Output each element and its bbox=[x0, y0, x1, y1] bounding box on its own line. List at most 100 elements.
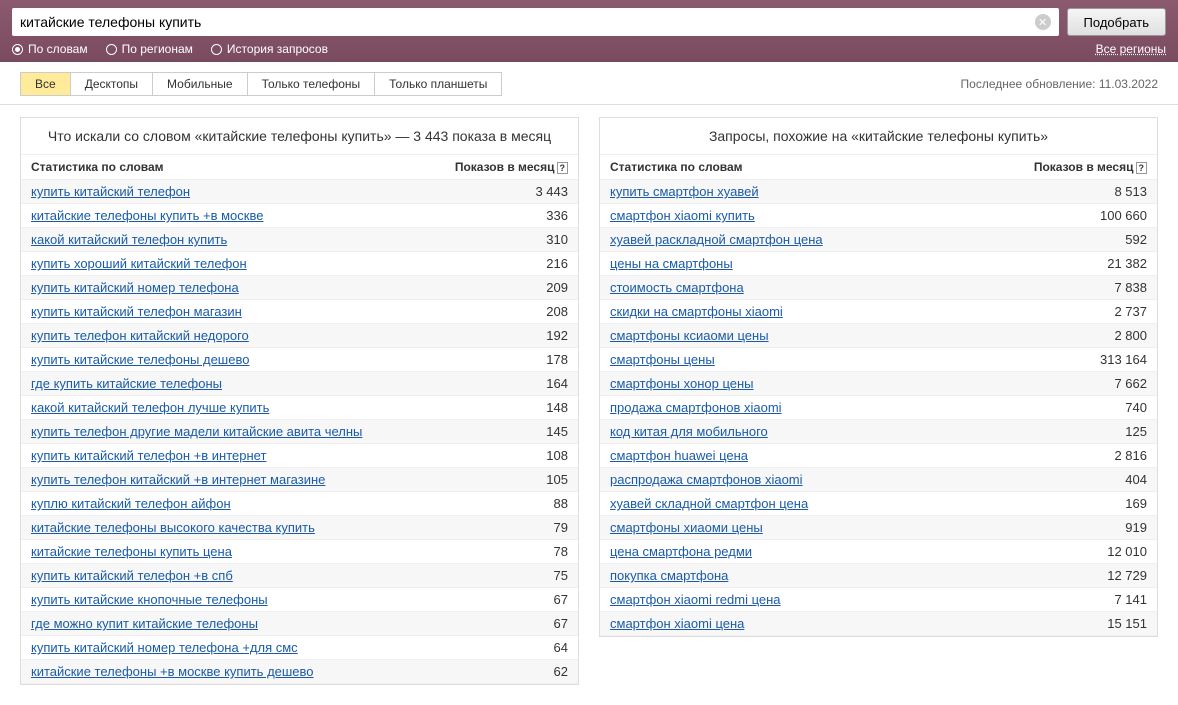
query-link[interactable]: купить китайский телефон магазин bbox=[31, 304, 242, 319]
query-link[interactable]: распродажа смартфонов xiaomi bbox=[610, 472, 803, 487]
table-row: где купить китайские телефоны 164 bbox=[21, 372, 578, 396]
count-value: 145 bbox=[536, 424, 568, 439]
query-link[interactable]: продажа смартфонов xiaomi bbox=[610, 400, 782, 415]
table-row: китайские телефоны купить цена78 bbox=[21, 540, 578, 564]
submit-button[interactable]: Подобрать bbox=[1067, 8, 1166, 36]
query-link[interactable]: купить телефон китайский недорого bbox=[31, 328, 249, 343]
query-link[interactable]: где купить китайские телефоны bbox=[31, 376, 222, 391]
table-row: купить китайский телефон +в интернет108 bbox=[21, 444, 578, 468]
count-value: 178 bbox=[536, 352, 568, 367]
query-link[interactable]: купить хороший китайский телефон bbox=[31, 256, 247, 271]
query-link[interactable]: купить китайские кнопочные телефоны bbox=[31, 592, 268, 607]
search-wrap: ✕ bbox=[12, 8, 1059, 36]
query-link[interactable]: хуавей складной смартфон цена bbox=[610, 496, 808, 511]
top-bar: ✕ Подобрать По словам По регионам Истори… bbox=[0, 0, 1178, 62]
query-link[interactable]: скидки на смартфоны xiaomi bbox=[610, 304, 783, 319]
count-value: 216 bbox=[536, 256, 568, 271]
rows-left: купить китайский телефон3 443китайские т… bbox=[21, 180, 578, 684]
tab-tablets[interactable]: Только планшеты bbox=[374, 72, 502, 96]
count-value: 2 800 bbox=[1104, 328, 1147, 343]
table-row: смартфоны цены313 164 bbox=[600, 348, 1157, 372]
query-link[interactable]: где можно купит китайские телефоны bbox=[31, 616, 258, 631]
table-row: китайские телефоны купить +в москве336 bbox=[21, 204, 578, 228]
help-icon[interactable]: ? bbox=[1136, 162, 1148, 174]
table-row: распродажа смартфонов xiaomi404 bbox=[600, 468, 1157, 492]
count-value: 105 bbox=[536, 472, 568, 487]
tab-mobiles[interactable]: Мобильные bbox=[152, 72, 247, 96]
count-value: 7 141 bbox=[1104, 592, 1147, 607]
query-link[interactable]: купить телефон китайский +в интернет маг… bbox=[31, 472, 325, 487]
query-link[interactable]: китайские телефоны купить цена bbox=[31, 544, 232, 559]
tab-all[interactable]: Все bbox=[20, 72, 70, 96]
help-icon[interactable]: ? bbox=[557, 162, 569, 174]
table-row: смартфоны хонор цены7 662 bbox=[600, 372, 1157, 396]
table-row: где можно купит китайские телефоны67 bbox=[21, 612, 578, 636]
panel-title-right: Запросы, похожие на «китайские телефоны … bbox=[600, 118, 1157, 154]
query-link[interactable]: китайские телефоны купить +в москве bbox=[31, 208, 263, 223]
table-row: купить китайский номер телефона +для смс… bbox=[21, 636, 578, 660]
tab-phones[interactable]: Только телефоны bbox=[247, 72, 375, 96]
table-row: смартфоны ксиаоми цены 2 800 bbox=[600, 324, 1157, 348]
radio-history[interactable]: История запросов bbox=[211, 42, 328, 56]
query-link[interactable]: купить смартфон хуавей bbox=[610, 184, 759, 199]
table-row: скидки на смартфоны xiaomi2 737 bbox=[600, 300, 1157, 324]
radio-icon bbox=[106, 44, 117, 55]
count-value: 21 382 bbox=[1097, 256, 1147, 271]
radio-icon bbox=[211, 44, 222, 55]
table-row: купить смартфон хуавей8 513 bbox=[600, 180, 1157, 204]
query-link[interactable]: смартфон huawei цена bbox=[610, 448, 748, 463]
table-row: стоимость смартфона 7 838 bbox=[600, 276, 1157, 300]
table-row: продажа смартфонов xiaomi740 bbox=[600, 396, 1157, 420]
tab-desktops[interactable]: Десктопы bbox=[70, 72, 152, 96]
query-link[interactable]: цена смартфона редми bbox=[610, 544, 752, 559]
content: Что искали со словом «китайские телефоны… bbox=[0, 105, 1178, 697]
count-value: 148 bbox=[536, 400, 568, 415]
query-link[interactable]: цены на смартфоны bbox=[610, 256, 733, 271]
table-row: куплю китайский телефон айфон88 bbox=[21, 492, 578, 516]
query-link[interactable]: стоимость смартфона bbox=[610, 280, 744, 295]
query-link[interactable]: купить китайский номер телефона +для смс bbox=[31, 640, 298, 655]
query-link[interactable]: смартфон xiaomi цена bbox=[610, 616, 744, 631]
count-value: 79 bbox=[544, 520, 568, 535]
count-value: 2 816 bbox=[1104, 448, 1147, 463]
query-link[interactable]: китайские телефоны +в москве купить деше… bbox=[31, 664, 314, 679]
table-row: цена смартфона редми12 010 bbox=[600, 540, 1157, 564]
panel-right: Запросы, похожие на «китайские телефоны … bbox=[599, 117, 1158, 637]
table-row: купить телефон китайский +в интернет маг… bbox=[21, 468, 578, 492]
radio-by-words[interactable]: По словам bbox=[12, 42, 88, 56]
radio-icon bbox=[12, 44, 23, 55]
query-link[interactable]: смартфоны цены bbox=[610, 352, 715, 367]
col-count-label: Показов в месяц? bbox=[1034, 160, 1147, 174]
count-value: 7 838 bbox=[1104, 280, 1147, 295]
rows-right: купить смартфон хуавей8 513смартфон xiao… bbox=[600, 180, 1157, 636]
query-link[interactable]: купить китайский номер телефона bbox=[31, 280, 239, 295]
count-value: 125 bbox=[1115, 424, 1147, 439]
count-value: 15 151 bbox=[1097, 616, 1147, 631]
query-link[interactable]: смартфон xiaomi купить bbox=[610, 208, 755, 223]
query-link[interactable]: смартфоны хонор цены bbox=[610, 376, 754, 391]
all-regions-link[interactable]: Все регионы bbox=[1096, 42, 1166, 56]
table-row: смартфон huawei цена 2 816 bbox=[600, 444, 1157, 468]
radio-by-regions[interactable]: По регионам bbox=[106, 42, 193, 56]
query-link[interactable]: смартфоны ксиаоми цены bbox=[610, 328, 769, 343]
search-input[interactable] bbox=[12, 8, 1059, 36]
query-link[interactable]: код китая для мобильного bbox=[610, 424, 768, 439]
query-link[interactable]: купить китайские телефоны дешево bbox=[31, 352, 249, 367]
tabs: Все Десктопы Мобильные Только телефоны Т… bbox=[20, 72, 502, 96]
query-link[interactable]: покупка смартфона bbox=[610, 568, 728, 583]
query-link[interactable]: купить китайский телефон bbox=[31, 184, 190, 199]
table-row: смартфон xiaomi купить100 660 bbox=[600, 204, 1157, 228]
query-link[interactable]: какой китайский телефон лучше купить bbox=[31, 400, 269, 415]
count-value: 75 bbox=[544, 568, 568, 583]
clear-icon[interactable]: ✕ bbox=[1035, 14, 1051, 30]
query-link[interactable]: какой китайский телефон купить bbox=[31, 232, 227, 247]
query-link[interactable]: купить телефон другие мадели китайские а… bbox=[31, 424, 362, 439]
query-link[interactable]: хуавей раскладной смартфон цена bbox=[610, 232, 823, 247]
query-link[interactable]: смартфоны хиаоми цены bbox=[610, 520, 763, 535]
query-link[interactable]: купить китайский телефон +в интернет bbox=[31, 448, 266, 463]
count-value: 164 bbox=[536, 376, 568, 391]
query-link[interactable]: купить китайский телефон +в спб bbox=[31, 568, 233, 583]
query-link[interactable]: китайские телефоны высокого качества куп… bbox=[31, 520, 315, 535]
query-link[interactable]: смартфон xiaomi redmi цена bbox=[610, 592, 781, 607]
query-link[interactable]: куплю китайский телефон айфон bbox=[31, 496, 231, 511]
